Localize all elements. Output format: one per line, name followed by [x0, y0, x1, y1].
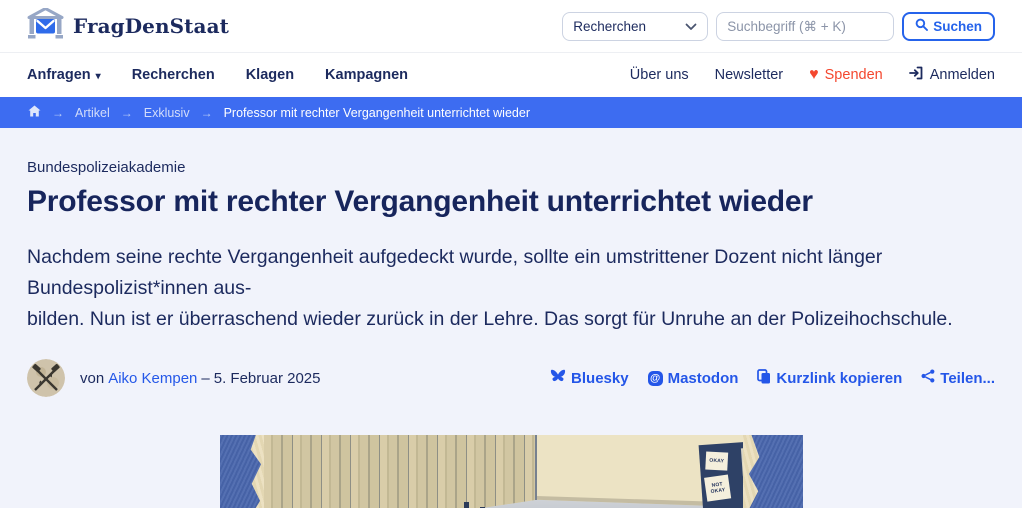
heart-icon: ♥	[809, 66, 819, 83]
share-link-label: Bluesky	[571, 369, 629, 387]
author-link[interactable]: Aiko Kempen	[108, 370, 197, 387]
board-paper-shape	[740, 447, 743, 477]
photo-bulletin-board: OKAY NOT OKAY	[698, 440, 743, 508]
search-button-label: Suchen	[933, 18, 982, 34]
article-date: 5. Februar 2025	[213, 369, 321, 387]
sign-in-icon	[908, 66, 924, 84]
byline-prefix: von	[80, 369, 105, 387]
nav-item-label: Klagen	[245, 67, 295, 83]
home-icon[interactable]	[28, 105, 41, 120]
search-icon	[915, 18, 929, 34]
article-meta-row: von Aiko Kempen – 5. Februar 2025 Bluesk…	[27, 359, 995, 397]
nav-left-group: Anfragen ▾ Recherchen Klagen Kampagnen	[27, 67, 408, 83]
copy-shortlink-link[interactable]: Kurzlink kopieren	[757, 368, 903, 388]
search-button[interactable]: Suchen	[902, 11, 995, 41]
byline: von Aiko Kempen – 5. Februar 2025	[80, 370, 321, 387]
article-figure: OKAY NOT OKAY	[27, 435, 995, 508]
copy-link-icon	[757, 368, 771, 388]
share-mastodon-link[interactable]: @ Mastodon	[647, 369, 739, 387]
brand-wordmark: FragDenStaat	[73, 14, 229, 38]
nav-item-label: Spenden	[824, 67, 883, 83]
lede-line-1: Nachdem seine rechte Vergangenheit aufge…	[27, 246, 883, 299]
chevron-down-icon: ▾	[95, 70, 101, 82]
search-input[interactable]	[716, 11, 895, 41]
breadcrumb: → Artikel → Exklusiv → Professor mit rec…	[0, 97, 1022, 128]
brand-logo[interactable]: FragDenStaat	[27, 7, 229, 44]
okay-card: OKAY	[704, 451, 728, 471]
nav-item-kampagnen[interactable]: Kampagnen	[325, 67, 408, 83]
nav-item-label: Über uns	[629, 67, 689, 83]
breadcrumb-item-exklusiv[interactable]: Exklusiv	[144, 106, 190, 120]
breadcrumb-item-current: Professor mit rechter Vergangenheit unte…	[223, 105, 530, 120]
hero-image: OKAY NOT OKAY	[219, 435, 803, 508]
classroom-photo: OKAY NOT OKAY	[263, 435, 743, 508]
nav-item-label: Anfragen	[27, 67, 91, 83]
byline-separator: –	[201, 369, 210, 387]
article-title: Professor mit rechter Vergangenheit unte…	[27, 185, 813, 218]
author-avatar[interactable]	[27, 359, 65, 397]
lede-line-2: bilden. Nun ist er überraschend wieder z…	[27, 308, 953, 330]
share-link-label: Mastodon	[667, 369, 739, 387]
main-nav: Anfragen ▾ Recherchen Klagen Kampagnen Ü…	[0, 53, 1022, 97]
search-area: Recherchen Suchen	[562, 11, 995, 41]
photo-wall-seam	[534, 435, 537, 500]
nav-item-klagen[interactable]: Klagen	[246, 67, 294, 83]
nav-right-group: Über uns Newsletter ♥ Spenden Anmelden	[630, 66, 995, 84]
fragdenstaat-logo-icon	[27, 7, 64, 44]
share-row: Bluesky @ Mastodon Kurzlink kopieren Tei…	[550, 368, 995, 388]
share-link-label: Teilen...	[940, 369, 995, 387]
mastodon-icon: @	[647, 370, 663, 386]
search-category-value: Recherchen	[573, 18, 647, 34]
chair-clamp	[463, 502, 469, 508]
search-category-select[interactable]: Recherchen	[562, 11, 709, 41]
nav-item-label: Kampagnen	[325, 67, 409, 83]
nav-item-label: Anmelden	[929, 67, 995, 83]
nav-item-ueber-uns[interactable]: Über uns	[630, 67, 689, 83]
not-okay-card: NOT OKAY	[703, 474, 731, 502]
nav-item-recherchen[interactable]: Recherchen	[132, 67, 215, 83]
nav-item-spenden[interactable]: ♥ Spenden	[809, 66, 883, 84]
breadcrumb-arrow-icon: →	[200, 105, 213, 120]
nav-item-anmelden[interactable]: Anmelden	[908, 66, 995, 84]
bluesky-butterfly-icon	[550, 369, 566, 387]
top-header: FragDenStaat Recherchen Suchen	[0, 0, 1022, 53]
nav-item-label: Recherchen	[131, 67, 215, 83]
article-kicker[interactable]: Bundespolizeiakademie	[27, 159, 995, 176]
article-lede: Nachdem seine rechte Vergangenheit aufge…	[27, 242, 995, 335]
breadcrumb-arrow-icon: →	[120, 105, 133, 120]
article-main: Bundespolizeiakademie Professor mit rech…	[0, 159, 1022, 508]
breadcrumb-arrow-icon: →	[52, 105, 64, 120]
nav-item-newsletter[interactable]: Newsletter	[715, 67, 784, 83]
share-bluesky-link[interactable]: Bluesky	[550, 369, 629, 387]
nav-item-label: Newsletter	[714, 67, 784, 83]
chevron-down-icon	[685, 19, 697, 34]
breadcrumb-item-artikel[interactable]: Artikel	[75, 106, 110, 120]
share-more-link[interactable]: Teilen...	[921, 369, 995, 387]
share-link-label: Kurzlink kopieren	[776, 369, 903, 387]
nav-item-anfragen[interactable]: Anfragen ▾	[27, 67, 101, 83]
share-nodes-icon	[921, 369, 935, 387]
